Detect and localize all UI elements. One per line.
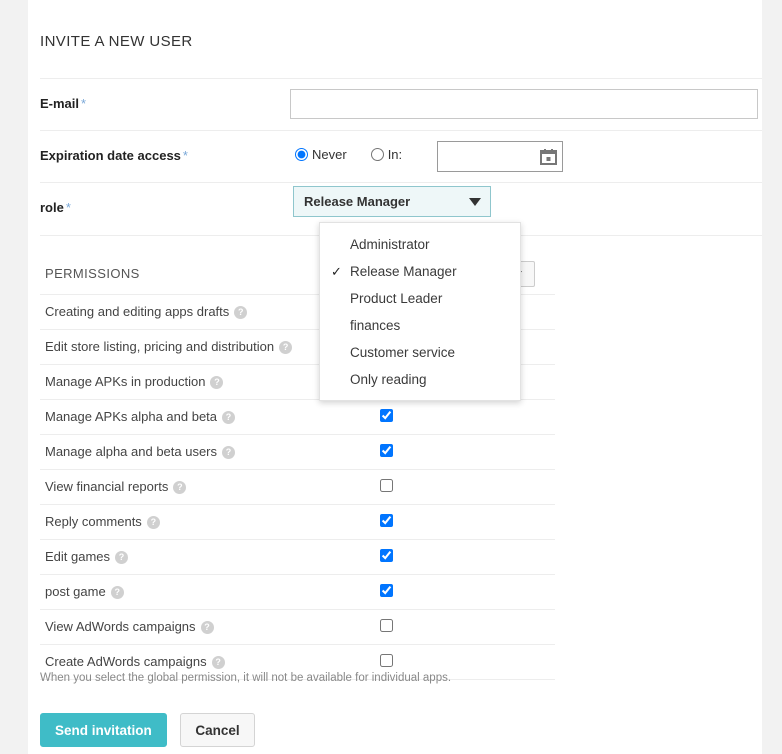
permission-label-text: View AdWords campaigns (45, 619, 196, 634)
help-icon[interactable]: ? (279, 341, 293, 354)
permission-row: View financial reports? (40, 470, 555, 505)
check-icon: ✓ (331, 264, 342, 279)
invite-user-page: INVITE A NEW USER E-mail * Expiration dat… (0, 0, 782, 754)
page-title: INVITE A NEW USER (40, 33, 193, 50)
help-icon[interactable]: ? (146, 516, 160, 529)
expiration-date-input[interactable] (438, 142, 538, 171)
permission-checkbox[interactable] (380, 479, 393, 492)
expiration-label: Expiration date access * (40, 148, 188, 163)
permission-label-text: Manage APKs in production (45, 374, 206, 389)
expiration-required-marker: * (182, 148, 188, 163)
role-option[interactable]: Only reading (320, 366, 520, 393)
permission-checkbox[interactable] (380, 514, 393, 527)
permission-label-text: Manage alpha and beta users (45, 444, 218, 459)
radio-in-label: In: (387, 147, 403, 162)
email-field[interactable] (290, 89, 758, 119)
help-icon[interactable]: ? (222, 446, 236, 459)
send-invitation-button[interactable]: Send invitation (40, 713, 167, 747)
expiration-radio-group: Never In: (295, 147, 422, 162)
help-icon[interactable]: ? (115, 551, 129, 564)
form-row-expiration: Expiration date access * Never In: (40, 130, 762, 182)
email-label-text: E-mail (40, 96, 80, 111)
content-pane: INVITE A NEW USER E-mail * Expiration dat… (28, 0, 762, 754)
permission-label-text: post game (45, 584, 106, 599)
radio-option-never[interactable]: Never (295, 147, 347, 162)
role-option[interactable]: ✓ Release Manager (320, 258, 520, 285)
permission-label-text: Edit games (45, 549, 111, 564)
radio-never-input[interactable] (295, 148, 308, 161)
expiration-date-wrapper (437, 141, 563, 172)
permission-row: Manage alpha and beta users? (40, 435, 555, 470)
role-dropdown-menu[interactable]: Administrator ✓ Release Manager Product Lea… (319, 222, 521, 401)
permission-label-text: Reply comments (45, 514, 142, 529)
role-label-text: role (40, 200, 64, 215)
permissions-header-title: PERMISSIONS (45, 266, 140, 281)
permission-row-label: Manage APKs in production? (45, 374, 224, 389)
permission-row-label: Creating and editing apps drafts? (45, 304, 248, 319)
permission-checkbox[interactable] (380, 654, 393, 667)
permission-label-text: View financial reports (45, 479, 169, 494)
role-required-marker: * (65, 200, 71, 215)
permission-row: post game? (40, 575, 555, 610)
role-select-value: Release Manager (304, 194, 411, 209)
form-actions: Send invitation Cancel (40, 713, 255, 747)
role-option-label: Administrator (350, 237, 430, 252)
role-option[interactable]: Administrator (320, 231, 520, 258)
permission-checkbox[interactable] (380, 444, 393, 457)
role-option-label: Only reading (350, 372, 427, 387)
role-option-label: Release Manager (350, 264, 457, 279)
permission-row-label: Manage alpha and beta users? (45, 444, 236, 459)
email-label: E-mail * (40, 96, 86, 111)
permission-row-label: View AdWords campaigns? (45, 619, 214, 634)
permission-row-label: post game? (45, 584, 124, 599)
permission-row-label: Create AdWords campaigns? (45, 654, 225, 669)
permissions-note: When you select the global permission, i… (40, 672, 452, 684)
permission-row-label: View financial reports? (45, 479, 187, 494)
permission-checkbox[interactable] (380, 619, 393, 632)
invite-form: E-mail * Expiration date access * Never In… (40, 78, 762, 236)
radio-never-label: Never (312, 147, 347, 162)
radio-option-in[interactable]: In: (370, 147, 403, 162)
help-icon[interactable]: ? (211, 656, 225, 669)
permission-checkbox[interactable] (380, 549, 393, 562)
help-icon[interactable]: ? (222, 411, 236, 424)
role-option[interactable]: finances (320, 312, 520, 339)
permission-row-label: Edit games? (45, 549, 129, 564)
permission-checkbox[interactable] (380, 584, 393, 597)
permission-checkbox[interactable] (380, 409, 393, 422)
radio-in-input[interactable] (370, 148, 384, 161)
chevron-down-icon (469, 198, 481, 206)
permission-label-text: Creating and editing apps drafts (45, 304, 230, 319)
calendar-icon[interactable] (540, 148, 557, 165)
permission-row: Manage APKs alpha and beta? (40, 400, 555, 435)
role-option[interactable]: Customer service (320, 339, 520, 366)
expiration-label-text: Expiration date access (40, 148, 181, 163)
permission-row: Edit games? (40, 540, 555, 575)
permission-label-text: Manage APKs alpha and beta (45, 409, 218, 424)
permission-label-text: Edit store listing, pricing and distribu… (45, 339, 275, 354)
permission-row-label: Manage APKs alpha and beta? (45, 409, 236, 424)
permission-label-text: Create AdWords campaigns (45, 654, 207, 669)
role-option-label: finances (350, 318, 401, 333)
role-option[interactable]: Product Leader (320, 285, 520, 312)
permission-row-label: Edit store listing, pricing and distribu… (45, 339, 293, 354)
help-icon[interactable]: ? (200, 621, 214, 634)
permission-row: View AdWords campaigns? (40, 610, 555, 645)
role-select[interactable]: Release Manager (293, 186, 491, 217)
role-option-label: Customer service (350, 345, 456, 360)
cancel-button[interactable]: Cancel (180, 713, 255, 747)
help-icon[interactable]: ? (210, 376, 224, 389)
form-row-email: E-mail * (40, 78, 762, 130)
help-icon[interactable]: ? (173, 481, 187, 494)
role-dropdown-option-list: Administrator ✓ Release Manager Product Lea… (320, 231, 520, 393)
help-icon[interactable]: ? (234, 306, 248, 319)
permission-row-label: Reply comments? (45, 514, 160, 529)
role-label: role * (40, 200, 71, 215)
email-required-marker: * (81, 96, 87, 111)
permission-row: Reply comments? (40, 505, 555, 540)
role-option-label: Product Leader (350, 291, 443, 306)
help-icon[interactable]: ? (110, 586, 124, 599)
